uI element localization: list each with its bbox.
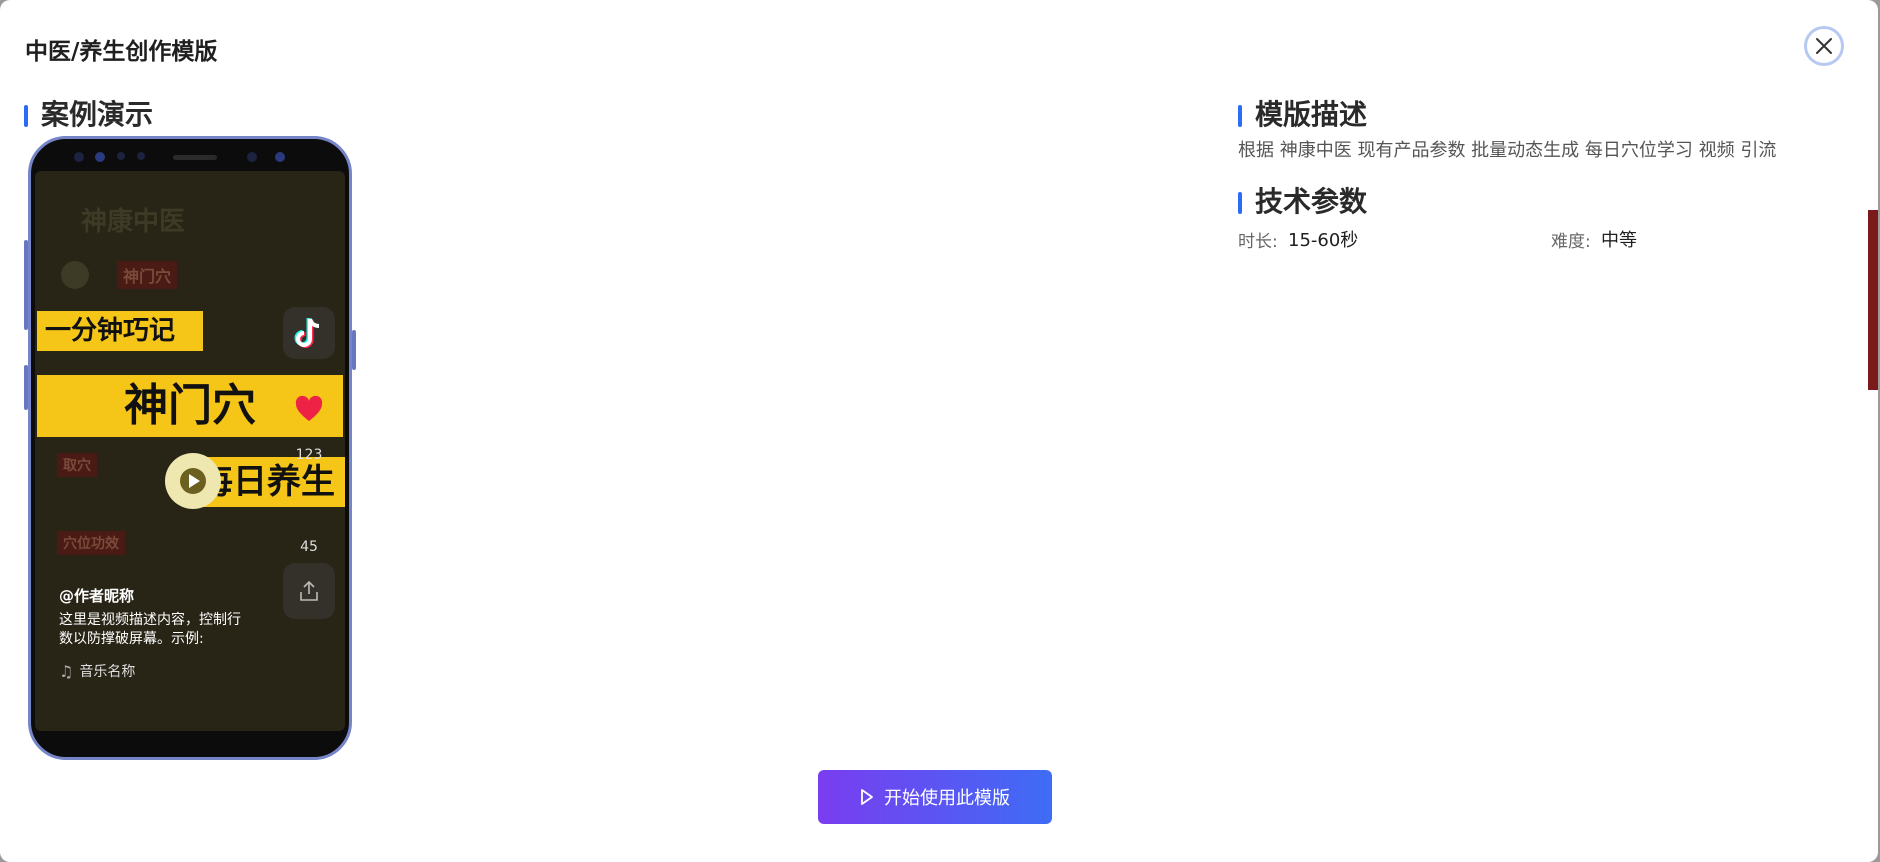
phone-mockup: 神康中医 神门穴 取穴 穴位功效 一分钟巧记 神门穴 每日养生 123 45 @… <box>28 136 352 760</box>
background-peek <box>1868 210 1878 390</box>
close-icon <box>1816 38 1832 54</box>
video-preview[interactable]: 神康中医 神门穴 取穴 穴位功效 一分钟巧记 神门穴 每日养生 123 45 @… <box>35 171 345 731</box>
phone-sensor <box>117 152 125 160</box>
comment-button[interactable] <box>283 471 335 523</box>
like-count: 123 <box>295 447 323 463</box>
play-icon <box>180 468 206 494</box>
start-button-label: 开始使用此模版 <box>884 788 1010 809</box>
banner-top: 一分钟巧记 <box>37 311 203 351</box>
comment-count: 45 <box>300 539 318 555</box>
difficulty-value: 中等 <box>1601 230 1637 251</box>
difficulty-label: 难度: <box>1551 232 1591 252</box>
duration-label: 时长: <box>1238 232 1278 252</box>
play-button[interactable] <box>165 453 221 509</box>
share-button[interactable] <box>283 563 335 619</box>
phone-sensor <box>137 152 145 160</box>
phone-sensor <box>247 152 257 162</box>
bg-brand-text: 神康中医 <box>81 207 186 237</box>
heart-icon <box>295 395 323 421</box>
bg-point-tag: 神门穴 <box>117 261 178 289</box>
duration-value: 15-60秒 <box>1288 230 1359 251</box>
bg-section-tag: 取穴 <box>57 453 97 477</box>
music-name: 音乐名称 <box>79 664 136 680</box>
template-modal: 中医/养生创作模版 案例演示 神康中医 神门穴 取穴 穴位功效 一分钟巧记 神门… <box>0 0 1878 862</box>
start-template-button[interactable]: 开始使用此模版 <box>818 770 1052 824</box>
video-author: @作者昵称 <box>59 587 135 605</box>
modal-title: 中医/养生创作模版 <box>25 39 218 65</box>
share-icon <box>300 580 318 601</box>
demo-heading: 案例演示 <box>24 98 153 132</box>
phone-speaker <box>173 155 217 160</box>
play-outline-icon <box>861 789 873 805</box>
like-button[interactable] <box>283 383 335 435</box>
close-button[interactable] <box>1804 26 1844 66</box>
description-heading: 模版描述 <box>1238 98 1367 132</box>
music-icon: ♫ <box>59 661 74 681</box>
video-description: 这里是视频描述内容，控制行数以防撑破屏幕。示例: <box>59 612 241 647</box>
phone-power-button <box>352 330 356 370</box>
tiktok-icon[interactable] <box>283 307 335 359</box>
params-heading: 技术参数 <box>1238 185 1367 219</box>
bg-circle <box>61 261 89 289</box>
music-row: ♫ 音乐名称 <box>59 661 135 681</box>
phone-sensor <box>74 152 84 162</box>
phone-front-camera <box>275 152 285 162</box>
description-text: 根据 神康中医 现有产品参数 批量动态生成 每日穴位学习 视频 引流 <box>1238 140 1777 161</box>
bg-section-tag: 穴位功效 <box>57 531 125 555</box>
phone-camera <box>95 152 105 162</box>
